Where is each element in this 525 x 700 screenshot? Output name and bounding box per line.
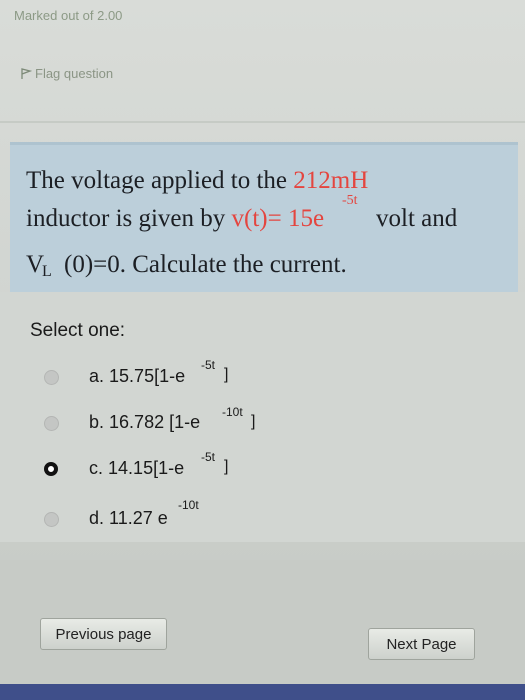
question-line-2: inductor is given by v(t)= 15e -5t volt … <box>26 193 458 232</box>
flag-question-link[interactable]: Flag question <box>20 66 113 81</box>
option-a[interactable]: a. 15.75[1-e -5t ] <box>44 358 344 396</box>
option-d-label: d. 11.27 e <box>89 508 168 528</box>
option-d[interactable]: d. 11.27 e -10t <box>44 498 344 538</box>
question-line-1: The voltage applied to the 212mH <box>26 167 369 194</box>
divider <box>0 121 525 123</box>
flag-icon <box>21 67 32 79</box>
option-b-label: b. 16.782 [1-e <box>89 412 201 432</box>
answer-area: Select one: a. 15.75[1-e -5t ] b. 16.782… <box>0 292 525 542</box>
bottom-bar <box>0 684 525 700</box>
select-one-label: Select one: <box>30 320 126 341</box>
question-text-box: The voltage applied to the 212mH inducto… <box>10 142 518 292</box>
voltage-exponent: -5t <box>342 193 358 208</box>
option-c-label: c. 14.15[1-e <box>89 458 185 478</box>
option-a-label: a. 15.75[1-e <box>89 366 186 386</box>
question-info: Marked out of 2.00 Flag question <box>0 0 525 140</box>
option-c[interactable]: c. 14.15[1-e -5t ] <box>44 450 344 488</box>
radio-option-b[interactable] <box>44 416 59 431</box>
inductance-value: 212mH <box>293 167 369 194</box>
radio-option-c[interactable] <box>44 462 58 476</box>
flag-question-label: Flag question <box>35 66 114 81</box>
marked-out-of: Marked out of 2.00 <box>14 8 123 23</box>
next-page-button[interactable]: Next Page <box>368 628 475 660</box>
radio-option-d[interactable] <box>44 512 59 527</box>
voltage-expression: v(t)= 15e <box>231 205 325 232</box>
previous-page-button[interactable]: Previous page <box>40 618 167 650</box>
option-b[interactable]: b. 16.782 [1-e -10t ] <box>44 405 344 442</box>
navigation-bar: Previous page Next Page <box>0 560 525 700</box>
radio-option-a[interactable] <box>44 370 59 385</box>
question-line-3: V L (0)=0. Calculate the current. <box>26 251 347 280</box>
